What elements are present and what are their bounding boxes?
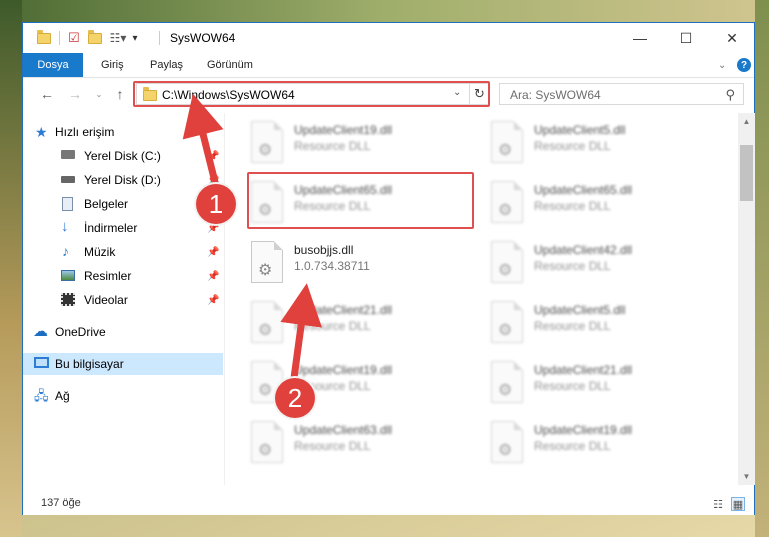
callout-badge-1: 1 xyxy=(196,184,236,224)
arrow-to-address-bar xyxy=(182,93,224,190)
callout-arrows xyxy=(182,93,322,382)
arrow-to-file xyxy=(280,283,322,382)
callout-badge-2: 2 xyxy=(275,378,315,418)
